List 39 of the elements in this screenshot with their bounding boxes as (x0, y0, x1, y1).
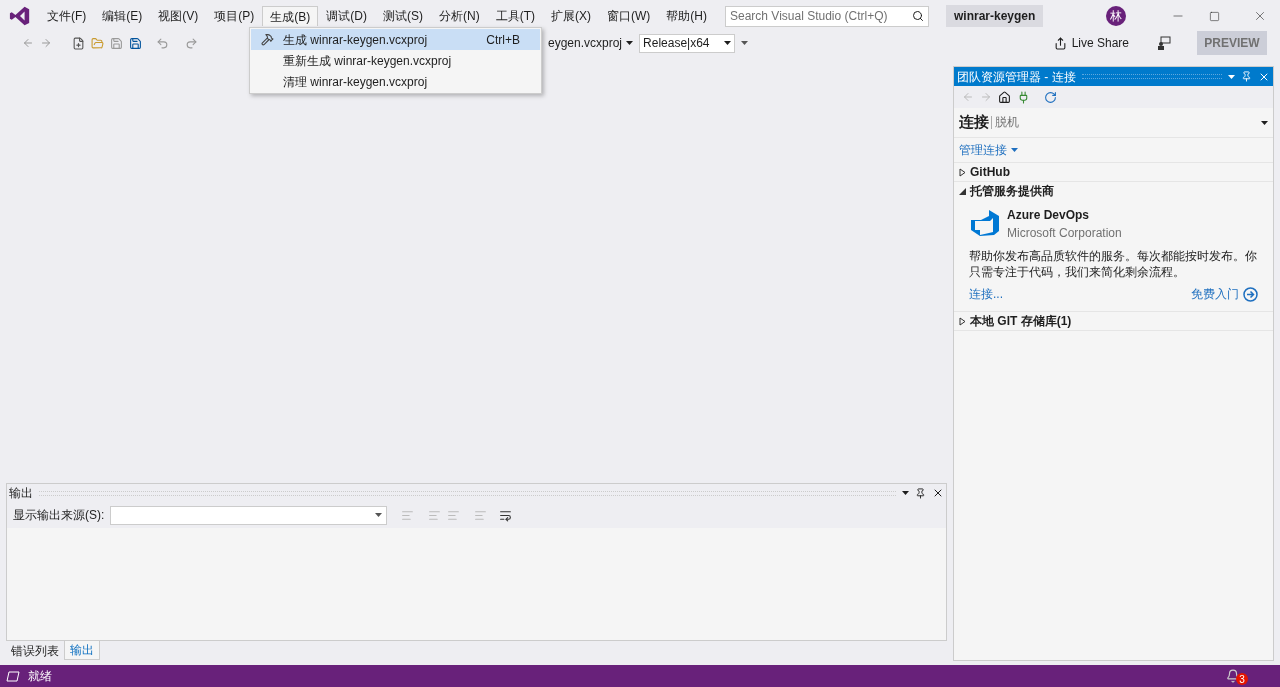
menu-item[interactable]: 调试(D) (318, 6, 375, 26)
menu-item[interactable]: 工具(T) (487, 6, 543, 26)
connect-link[interactable]: 连接... (969, 285, 1003, 303)
notification-count: 3 (1236, 673, 1248, 685)
menu-item[interactable]: 帮助(H) (658, 6, 715, 26)
menu-entry[interactable]: 生成 winrar-keygen.vcxproj Ctrl+B (251, 29, 540, 50)
section-header[interactable]: GitHub (970, 163, 1010, 181)
configuration-dropdown[interactable]: Release|x64 (639, 33, 736, 53)
menu-item[interactable]: 文件(F) (39, 6, 95, 26)
page-heading: 连接 (959, 112, 989, 133)
panel-tab[interactable]: 错误列表 (6, 641, 64, 660)
panel-tab[interactable]: 输出 (64, 641, 100, 660)
section-header[interactable]: 托管服务提供商 (970, 182, 1054, 200)
menu-item[interactable]: 分析(N) (431, 6, 488, 26)
manage-connections-link[interactable]: 管理连接 (954, 138, 1273, 163)
menu-item[interactable]: 视图(V) (150, 6, 207, 26)
status-text: 就绪 (28, 668, 52, 685)
provider-name: Azure DevOps (1007, 207, 1091, 224)
section-header[interactable]: 本地 GIT 存储库(1) (970, 312, 1072, 330)
menu-entry[interactable]: 重新生成 winrar-keygen.vcxproj (251, 50, 540, 71)
avatar[interactable]: 林 (1106, 6, 1126, 26)
menu-item[interactable]: 扩展(X) (543, 6, 599, 26)
search-field[interactable]: Search Visual Studio (Ctrl+Q) (725, 5, 929, 27)
solution-name: winrar-keygen (946, 5, 1044, 27)
menu-item[interactable]: 生成(B) (262, 6, 319, 26)
page-subheading: 脱机 (991, 116, 1019, 129)
get-started-link[interactable]: 免费入门 (1191, 285, 1239, 303)
menu-item[interactable]: 测试(S) (375, 6, 431, 26)
menu-item[interactable]: 编辑(E) (94, 6, 151, 26)
field-label: 显示输出来源(S): (13, 507, 105, 524)
menu-item[interactable]: 项目(P) (206, 6, 263, 26)
panel-title: 输出 (9, 485, 33, 502)
menu-item[interactable]: 窗口(W) (599, 6, 659, 26)
provider-company: Microsoft Corporation (1007, 225, 1122, 242)
menu-entry[interactable]: 清理 winrar-keygen.vcxproj (251, 71, 540, 92)
panel-title: 团队资源管理器 - 连接 (957, 68, 1076, 86)
live-share-button[interactable]: Live Share (1053, 34, 1129, 52)
provider-description: 帮助你发布高品质软件的服务。每次都能按时发布。你只需专注于代码，我们来简化剩余流程。 (969, 249, 1258, 280)
startup-project-dropdown[interactable]: eygen.vcxproj (548, 34, 634, 52)
